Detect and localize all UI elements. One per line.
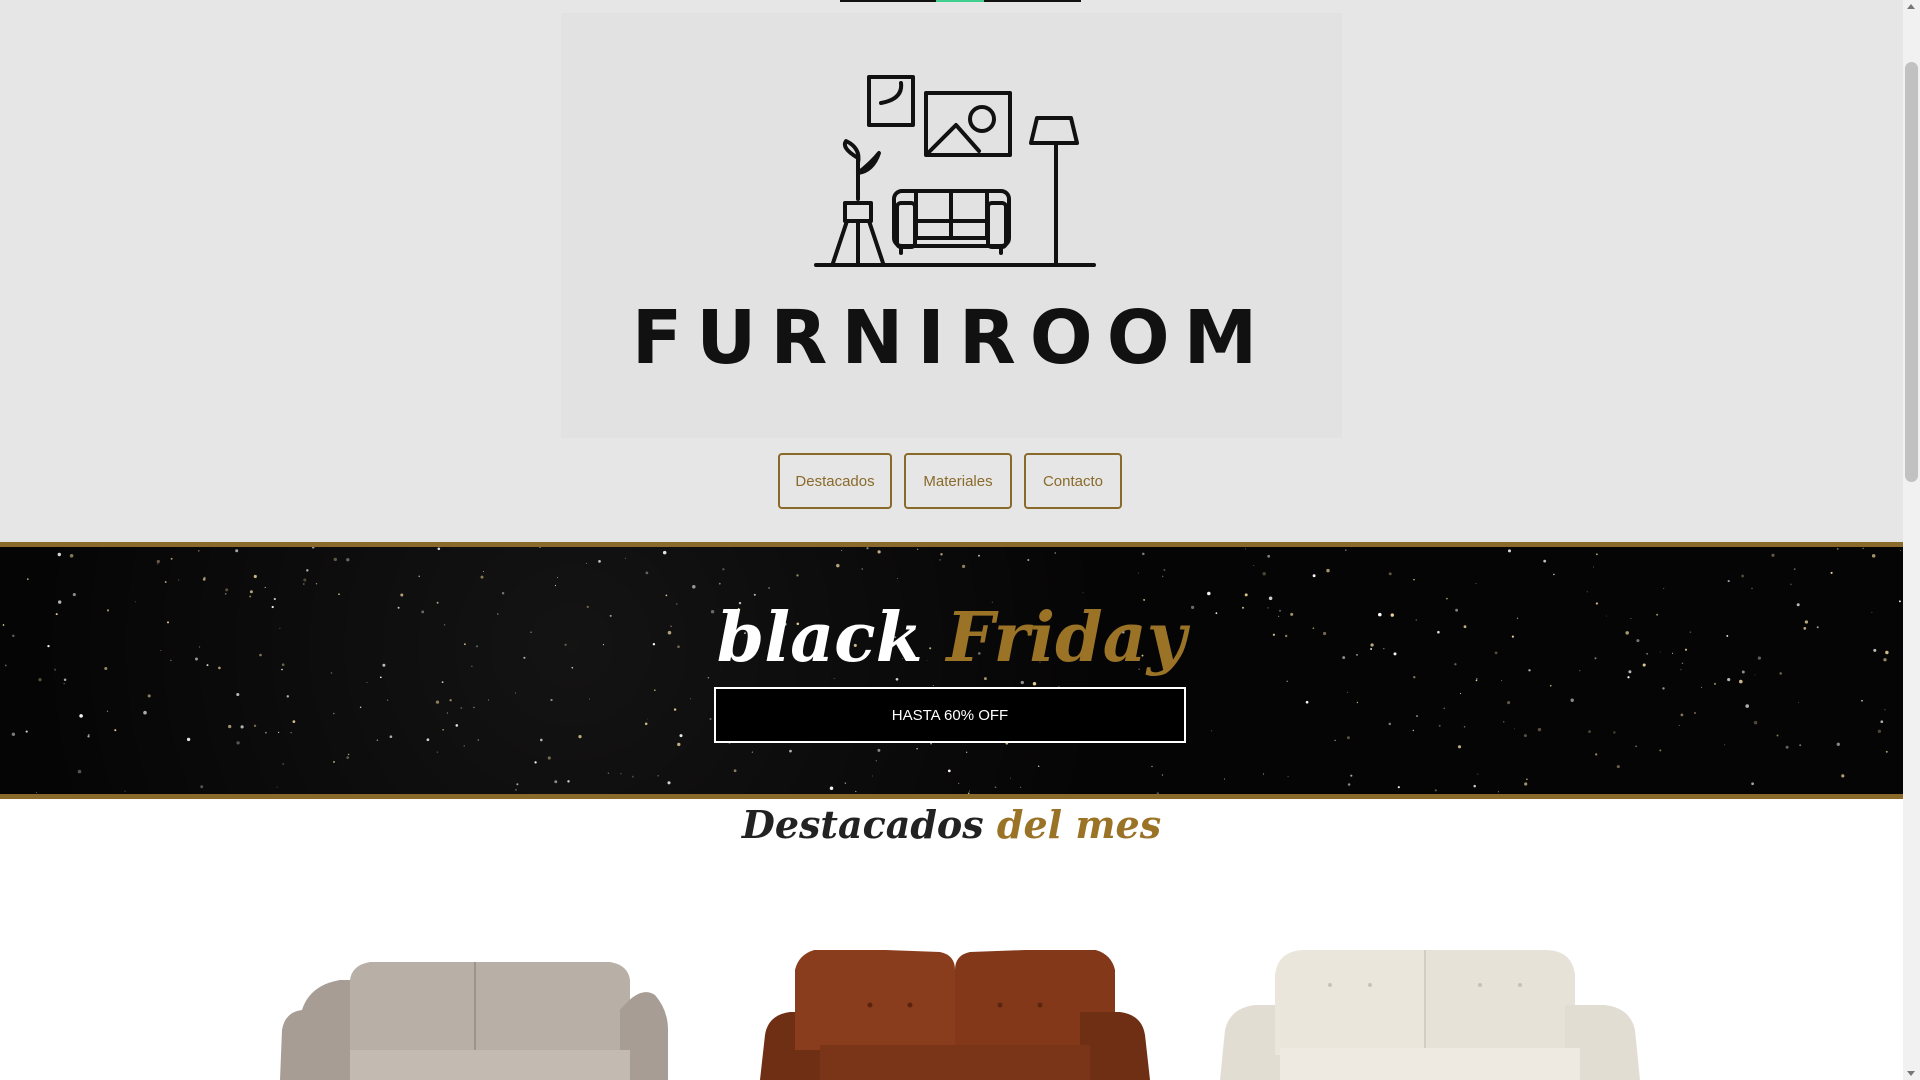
scroll-up-arrow-icon[interactable] xyxy=(1907,4,1915,9)
banner-title: black Friday xyxy=(0,598,1903,678)
vertical-scrollbar[interactable] xyxy=(1903,0,1920,1080)
offer-button[interactable]: HASTA 60% OFF xyxy=(714,687,1186,743)
grey-fabric-sofa-image[interactable] xyxy=(280,950,670,1080)
logo[interactable]: FURNIROOM xyxy=(561,13,1342,438)
white-leather-sofa-image[interactable] xyxy=(1220,950,1640,1080)
banner-title-word-1: black xyxy=(716,598,923,678)
featured-title-word-1: Destacados xyxy=(741,802,984,847)
page: FURNIROOM Destacados Materiales Contacto… xyxy=(0,0,1903,1080)
brand-name: FURNIROOM xyxy=(631,295,1272,381)
featured-title: Destacados del mes xyxy=(0,800,1903,850)
scroll-down-arrow-icon[interactable] xyxy=(1907,1071,1915,1076)
nav-materiales-button[interactable]: Materiales xyxy=(904,453,1012,509)
scrollbar-thumb[interactable] xyxy=(1905,62,1918,482)
top-flag-decoration xyxy=(840,0,1081,2)
nav-destacados-button[interactable]: Destacados xyxy=(778,453,892,509)
main-nav: Destacados Materiales Contacto xyxy=(778,453,1122,509)
nav-contacto-button[interactable]: Contacto xyxy=(1024,453,1122,509)
divider-bottom xyxy=(0,794,1903,799)
featured-title-word-2: del mes xyxy=(996,802,1162,847)
banner-title-word-2: Friday xyxy=(946,598,1187,678)
brown-leather-sofa-image[interactable] xyxy=(760,950,1150,1080)
site-header: FURNIROOM Destacados Materiales Contacto xyxy=(0,0,1903,542)
